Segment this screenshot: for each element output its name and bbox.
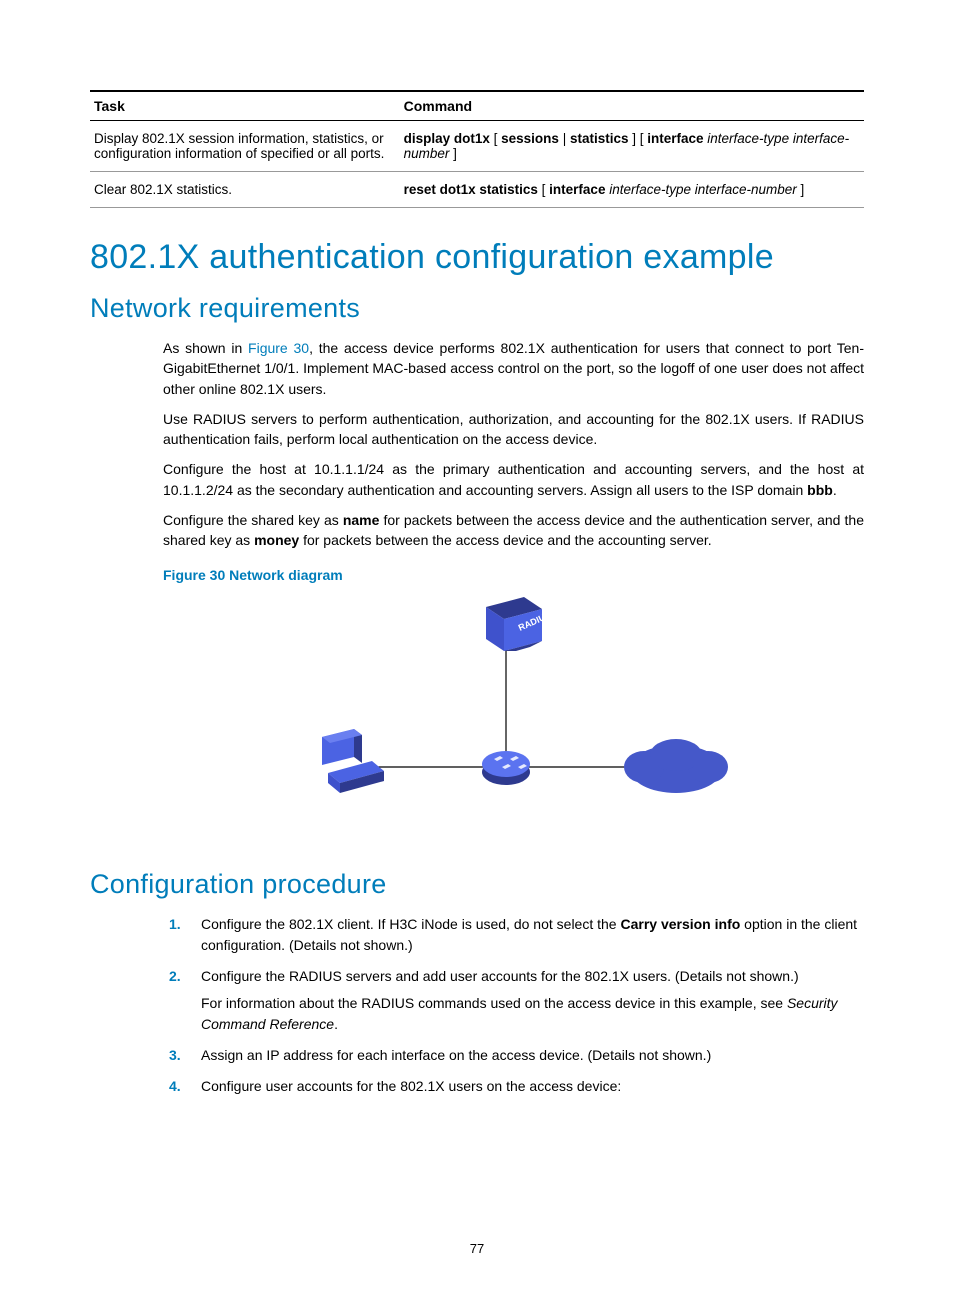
figure-link[interactable]: Figure 30 [248,340,309,356]
th-task: Task [90,91,400,121]
radius-server-icon: RADIUS [486,597,552,651]
command-cell: display dot1x [ sessions | statistics ] … [400,121,864,172]
table-row: Display 802.1X session information, stat… [90,121,864,172]
step-item: Configure the 802.1X client. If H3C iNod… [191,914,864,956]
access-device-icon [482,751,530,785]
heading-main: 802.1X authentication configuration exam… [90,238,864,277]
paragraph: Use RADIUS servers to perform authentica… [163,409,864,450]
paragraph: Configure the shared key as name for pac… [163,510,864,551]
host-icon [322,729,384,793]
diagram-svg: RADIUS [244,589,784,839]
cloud-icon [624,739,728,793]
task-cell: Clear 802.1X statistics. [90,172,400,208]
command-cell: reset dot1x statistics [ interface inter… [400,172,864,208]
task-cell: Display 802.1X session information, stat… [90,121,400,172]
table-row: Clear 802.1X statistics. reset dot1x sta… [90,172,864,208]
th-command: Command [400,91,864,121]
page-number: 77 [0,1241,954,1256]
figure-caption: Figure 30 Network diagram [163,567,864,583]
heading-configuration-procedure: Configuration procedure [90,869,864,900]
paragraph: As shown in Figure 30, the access device… [163,338,864,399]
heading-network-requirements: Network requirements [90,293,864,324]
procedure-steps: Configure the 802.1X client. If H3C iNod… [163,914,864,1097]
network-diagram: RADIUS [244,589,784,839]
step-item: Configure user accounts for the 802.1X u… [191,1076,864,1097]
step-item: Configure the RADIUS servers and add use… [191,966,864,1035]
step-item: Assign an IP address for each interface … [191,1045,864,1066]
paragraph: Configure the host at 10.1.1.1/24 as the… [163,459,864,500]
command-table: Task Command Display 802.1X session info… [90,90,864,208]
